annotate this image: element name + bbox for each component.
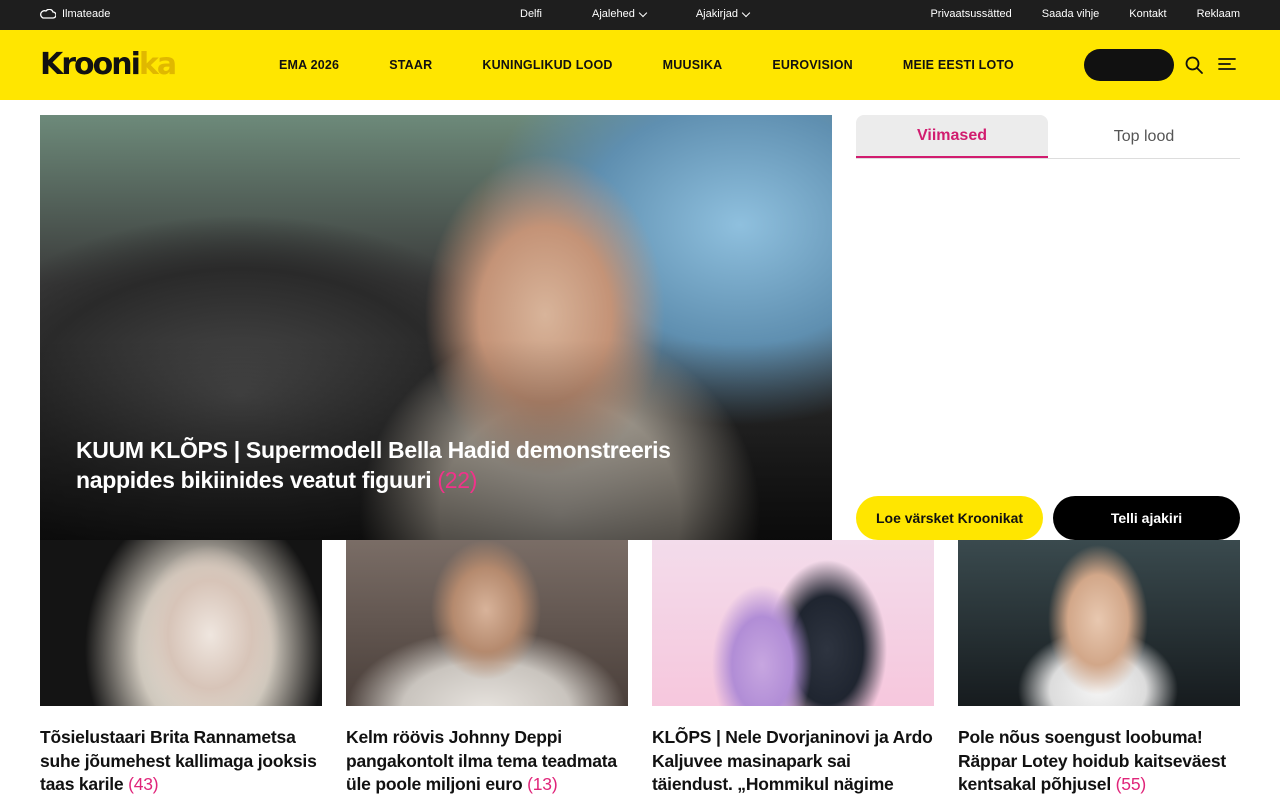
topbar-link-ajakirjad[interactable]: Ajakirjad [695, 8, 751, 20]
sidebar-tabs: Viimased Top lood [856, 115, 1240, 159]
article-card[interactable]: Tõsielustaari Brita Rannametsa suhe jõum… [40, 540, 322, 797]
nav-item-staar[interactable]: STAAR [389, 58, 432, 72]
article-title-text: KLÕPS | Nele Dvorjaninovi ja Ardo Kaljuv… [652, 727, 933, 794]
hero-title-text: KUUM KLÕPS | Supermodell Bella Hadid dem… [76, 437, 671, 493]
tab-top-lood[interactable]: Top lood [1048, 115, 1240, 158]
article-thumbnail[interactable] [346, 540, 628, 706]
article-comment-count[interactable]: (55) [1116, 774, 1147, 794]
topbar-link-label: Ajalehed [592, 8, 635, 20]
article-thumbnail[interactable] [958, 540, 1240, 706]
chevron-down-icon [638, 8, 648, 17]
topbar-link-label: Delfi [520, 8, 543, 20]
main-header: Kroonika EMA 2026 STAAR KUNINGLIKUD LOOD… [0, 30, 1280, 100]
cloud-icon [40, 9, 56, 19]
article-thumbnail[interactable] [40, 540, 322, 706]
article-comment-count[interactable]: (43) [128, 774, 159, 794]
article-card[interactable]: KLÕPS | Nele Dvorjaninovi ja Ardo Kaljuv… [652, 540, 934, 797]
order-magazine-button[interactable]: Telli ajakiri [1053, 496, 1240, 540]
nav-item-ema-2026[interactable]: EMA 2026 [279, 58, 339, 72]
article-card[interactable]: Pole nõus soengust loobuma! Räppar Lotey… [958, 540, 1240, 797]
article-title-text: Tõsielustaari Brita Rannametsa suhe jõum… [40, 727, 317, 794]
weather-label: Ilmateade [62, 8, 111, 20]
topbar-right-links: Privaatsussätted Saada vihje Kontakt Rek… [930, 8, 1240, 20]
nav-item-muusika[interactable]: MUUSIKA [663, 58, 723, 72]
topbar-link-tip[interactable]: Saada vihje [1042, 8, 1100, 20]
top-utility-bar: Ilmateade Delfi Ajalehed Ajakirjad Priva… [0, 0, 1280, 30]
weather-link[interactable]: Ilmateade [40, 8, 110, 20]
article-comment-count[interactable]: (13) [527, 774, 558, 794]
article-title[interactable]: KLÕPS | Nele Dvorjaninovi ja Ardo Kaljuv… [652, 726, 934, 797]
hero-comment-count[interactable]: (22) [437, 467, 477, 493]
article-thumbnail[interactable] [652, 540, 934, 706]
article-title[interactable]: Tõsielustaari Brita Rannametsa suhe jõum… [40, 726, 322, 797]
kroonika-logo[interactable]: Kroonika [40, 48, 177, 82]
article-title[interactable]: Kelm röövis Johnny Deppi pangakontolt il… [346, 726, 628, 797]
main-nav: EMA 2026 STAAR KUNINGLIKUD LOOD MUUSIKA … [279, 58, 1064, 72]
topbar-link-delfi[interactable]: Delfi [520, 8, 542, 20]
chevron-down-icon [741, 8, 751, 17]
article-title-text: Pole nõus soengust loobuma! Räppar Lotey… [958, 727, 1227, 794]
topbar-link-contact[interactable]: Kontakt [1129, 8, 1166, 20]
article-card[interactable]: Kelm röövis Johnny Deppi pangakontolt il… [346, 540, 628, 797]
nav-item-kuninglikud-lood[interactable]: KUNINGLIKUD LOOD [482, 58, 612, 72]
hamburger-menu-icon[interactable] [1218, 56, 1236, 72]
article-title-text: Kelm röövis Johnny Deppi pangakontolt il… [346, 727, 617, 794]
tab-viimased[interactable]: Viimased [856, 115, 1048, 158]
topbar-link-ajalehed[interactable]: Ajalehed [592, 8, 648, 20]
nav-item-eurovision[interactable]: EUROVISION [772, 58, 853, 72]
topbar-link-label: Ajakirjad [695, 8, 739, 20]
search-icon[interactable] [1184, 55, 1204, 75]
nav-item-meie-eesti-loto[interactable]: MEIE EESTI LOTO [903, 58, 1014, 72]
topbar-center-links: Delfi Ajalehed Ajakirjad [520, 8, 799, 20]
article-title[interactable]: Pole nõus soengust loobuma! Räppar Lotey… [958, 726, 1240, 797]
topbar-link-privacy[interactable]: Privaatsussätted [930, 8, 1011, 20]
read-latest-button[interactable]: Loe värsket Kroonikat [856, 496, 1043, 540]
topbar-link-ads[interactable]: Reklaam [1197, 8, 1240, 20]
login-button[interactable] [1084, 49, 1174, 81]
hero-title[interactable]: KUUM KLÕPS | Supermodell Bella Hadid dem… [76, 435, 696, 495]
hero-article[interactable]: KUUM KLÕPS | Supermodell Bella Hadid dem… [40, 115, 832, 540]
